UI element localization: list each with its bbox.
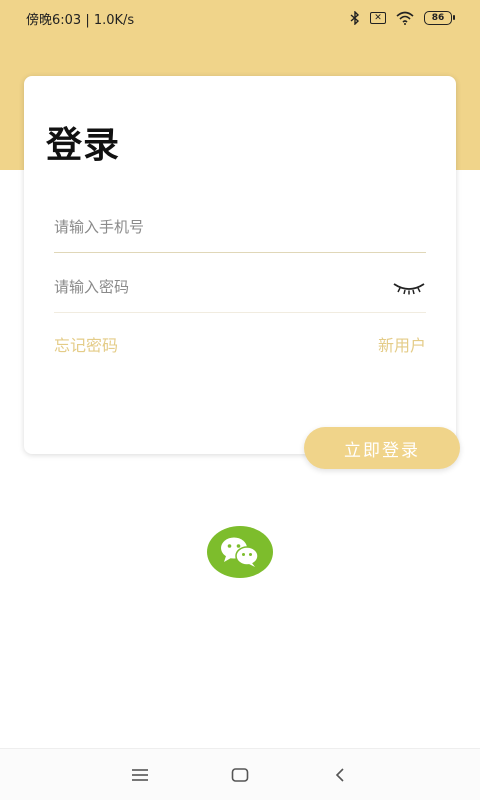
sim-icon: ✕ — [370, 12, 386, 24]
nav-back-button[interactable] — [320, 755, 360, 795]
status-time: 傍晚6:03 | 1.0K/s — [26, 12, 135, 28]
wifi-icon — [396, 11, 414, 25]
status-bar: 傍晚6:03 | 1.0K/s ✕ 86 — [0, 0, 480, 36]
new-user-link[interactable]: 新用户 — [378, 332, 426, 356]
page-title: 登录 — [46, 125, 121, 166]
system-nav-bar — [0, 748, 480, 800]
phone-field — [54, 202, 426, 253]
nav-home-button[interactable] — [220, 755, 260, 795]
wechat-login-button[interactable] — [207, 526, 273, 578]
status-icons: ✕ 86 — [350, 11, 455, 25]
eye-closed-icon[interactable] — [392, 278, 426, 296]
home-icon — [231, 767, 249, 782]
nav-menu-button[interactable] — [120, 755, 160, 795]
battery-icon: 86 — [424, 11, 455, 25]
back-icon — [335, 767, 344, 782]
login-card: 登录 忘记密码 新用户 — [24, 76, 456, 454]
auth-links: 忘记密码 新用户 — [54, 332, 426, 356]
forgot-password-link[interactable]: 忘记密码 — [54, 332, 118, 356]
menu-icon — [132, 768, 148, 781]
phone-input[interactable] — [54, 218, 374, 236]
login-button[interactable]: 立即登录 — [304, 427, 460, 469]
wechat-icon — [221, 537, 259, 567]
bluetooth-icon — [350, 11, 360, 25]
password-input[interactable] — [54, 278, 374, 296]
password-field — [54, 262, 426, 313]
